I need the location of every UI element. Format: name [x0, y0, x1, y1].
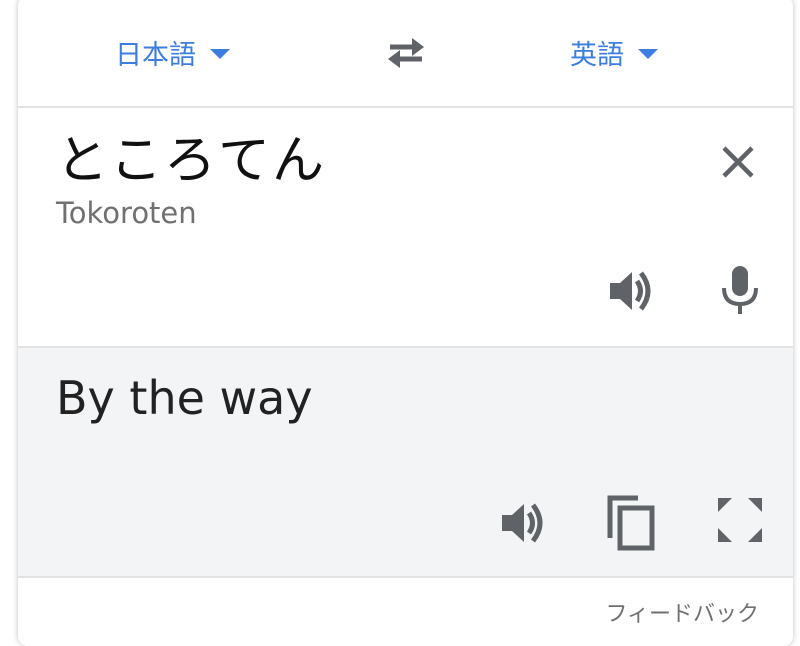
- chevron-down-icon: [638, 49, 658, 59]
- source-input-area[interactable]: ところてん Tokoroten: [18, 108, 793, 348]
- swap-icon[interactable]: [382, 32, 430, 72]
- source-text[interactable]: ところてん: [56, 130, 326, 192]
- card-footer: フィードバック: [18, 578, 793, 646]
- target-language-label: 英語: [570, 39, 624, 71]
- close-icon[interactable]: [718, 142, 758, 182]
- feedback-link[interactable]: フィードバック: [605, 596, 759, 628]
- translate-card: 日本語 英語 ところてん Tokoroten By the way フィードバッ…: [18, 0, 793, 646]
- fullscreen-icon[interactable]: [716, 496, 764, 544]
- copy-icon[interactable]: [604, 494, 656, 552]
- source-transliteration: Tokoroten: [56, 196, 197, 230]
- source-language-selector[interactable]: 日本語: [115, 34, 230, 71]
- language-bar: 日本語 英語: [18, 0, 793, 108]
- target-language-selector[interactable]: 英語: [570, 34, 658, 71]
- speaker-icon[interactable]: [606, 268, 656, 314]
- speaker-icon[interactable]: [498, 500, 548, 546]
- source-language-label: 日本語: [115, 39, 196, 71]
- translation-output-area: By the way: [18, 348, 793, 578]
- translation-text: By the way: [56, 371, 313, 425]
- chevron-down-icon: [210, 49, 230, 59]
- mic-icon[interactable]: [718, 264, 762, 316]
